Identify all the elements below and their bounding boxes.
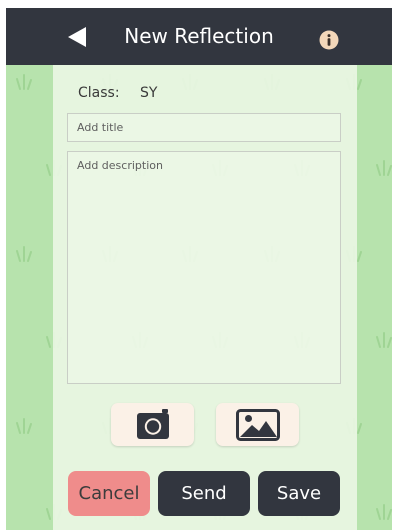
app-screen: New Reflection Class: SY Add title Add d… [6,8,392,530]
camera-button[interactable] [111,403,194,446]
grass-tuft [376,160,392,176]
reflection-form: Class: SY Cancel Send Save [53,65,357,530]
grass-tuft [16,246,32,262]
grass-tuft [16,74,32,90]
save-button[interactable]: Save [258,471,340,516]
grass-tuft [376,332,392,348]
class-value: SY [140,85,158,101]
info-icon[interactable] [319,30,339,50]
image-icon [235,408,280,441]
grass-tuft [16,418,32,434]
title-input[interactable] [67,113,341,142]
class-label: Class: [78,85,120,101]
gallery-button[interactable] [216,403,299,446]
class-row: Class: SY [78,85,157,107]
description-input[interactable] [67,151,341,384]
send-button[interactable]: Send [158,471,250,516]
cancel-button[interactable]: Cancel [68,471,150,516]
nav-bar: New Reflection [6,8,392,65]
camera-icon [136,408,169,439]
grass-tuft [376,504,392,520]
